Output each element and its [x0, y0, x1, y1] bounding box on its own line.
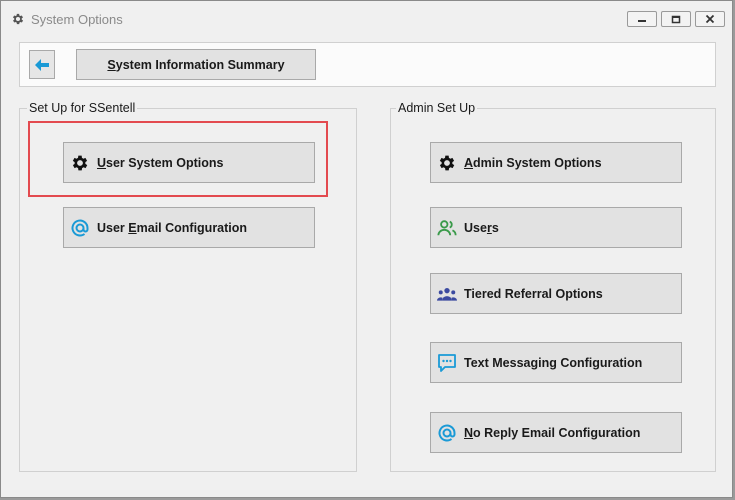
tiered-referral-options-button[interactable]: Tiered Referral Options — [430, 273, 682, 314]
users-button[interactable]: Users — [430, 207, 682, 248]
maximize-icon — [671, 15, 681, 23]
system-options-window: System Options System Information Summar… — [0, 0, 733, 498]
arrow-left-icon — [35, 58, 49, 71]
button-label: Admin System Options — [464, 155, 602, 170]
title-bar[interactable]: System Options — [1, 1, 732, 35]
highlight-annotation — [28, 121, 328, 197]
admin-setup-group-label: Admin Set Up — [396, 101, 478, 115]
button-label: User Email Configuration — [97, 220, 248, 235]
gear-icon — [437, 153, 457, 173]
gear-icon — [12, 13, 24, 25]
button-label: No Reply Email Configuration — [464, 425, 641, 440]
back-button[interactable] — [29, 50, 55, 79]
minimize-button[interactable] — [627, 11, 657, 27]
toolbar: System Information Summary — [19, 42, 716, 87]
user-setup-group-label: Set Up for SSentell — [27, 101, 138, 115]
chat-icon — [437, 353, 457, 373]
button-label: System Information Summary — [107, 57, 285, 72]
minimize-icon — [638, 20, 646, 22]
users-icon — [437, 218, 457, 238]
system-information-summary-button[interactable]: System Information Summary — [76, 49, 316, 80]
maximize-button[interactable] — [661, 11, 691, 27]
at-sign-icon — [437, 423, 457, 443]
button-label: Users — [464, 220, 499, 235]
group-icon — [437, 284, 457, 304]
close-icon — [705, 14, 715, 24]
button-label: Text Messaging Configuration — [464, 355, 643, 370]
no-reply-email-configuration-button[interactable]: No Reply Email Configuration — [430, 412, 682, 453]
user-email-configuration-button[interactable]: User Email Configuration — [63, 207, 315, 248]
admin-system-options-button[interactable]: Admin System Options — [430, 142, 682, 183]
at-sign-icon — [70, 218, 90, 238]
button-label: Tiered Referral Options — [464, 286, 603, 301]
close-button[interactable] — [695, 11, 725, 27]
text-messaging-configuration-button[interactable]: Text Messaging Configuration — [430, 342, 682, 383]
window-title: System Options — [31, 12, 123, 27]
